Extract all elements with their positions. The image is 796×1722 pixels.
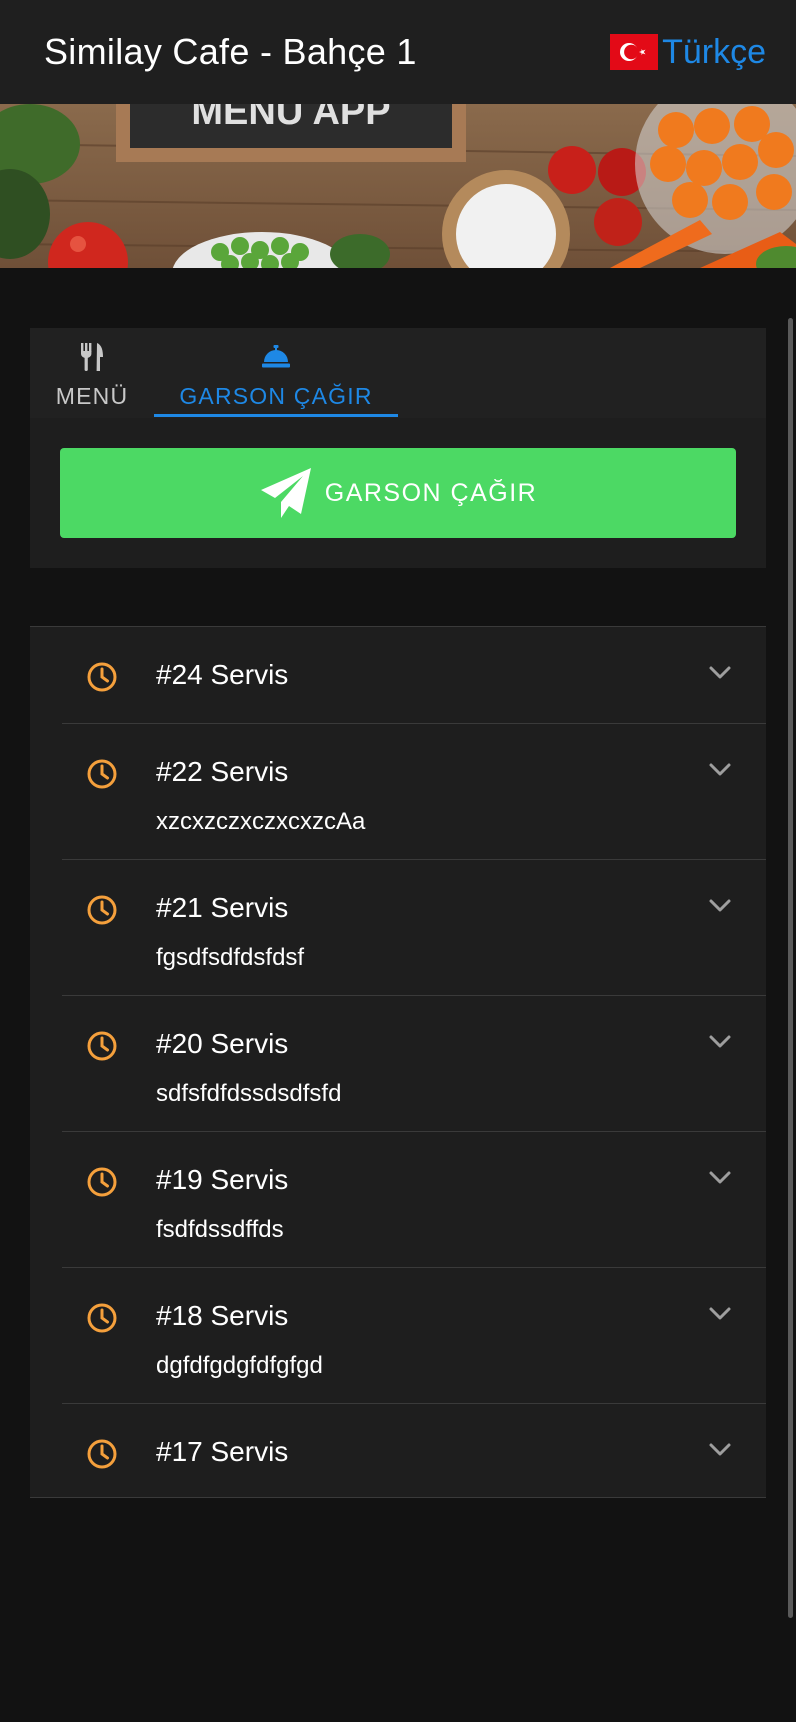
service-request-title: #19 Servis <box>156 1164 289 1195</box>
clock-icon <box>87 1303 117 1333</box>
clock-icon <box>87 895 117 925</box>
service-request-title: #20 Servis <box>156 1028 289 1059</box>
service-request-title: #24 Servis <box>156 659 289 690</box>
chevron-down-icon[interactable] <box>708 898 732 914</box>
fork-knife-icon <box>81 342 103 371</box>
scrollbar[interactable] <box>788 318 793 1618</box>
service-request-note: dgfdfgdgfdfgfgd <box>156 1352 323 1379</box>
service-request-note: fgsdfsdfdsfdsf <box>156 944 305 971</box>
clock-icon <box>87 759 117 789</box>
chevron-down-icon[interactable] <box>708 1306 732 1322</box>
tab-call-waiter-label: GARSON ÇAĞIR <box>179 382 373 409</box>
tabs-panel: MENÜ GARSON ÇAĞIR GARSON ÇAĞIR <box>30 328 766 568</box>
call-waiter-button-label: GARSON ÇAĞIR <box>324 478 538 507</box>
language-selector[interactable]: Türkçe <box>610 33 766 72</box>
service-request-item[interactable]: #19 Servis fsdfdssdffds <box>30 1132 766 1268</box>
service-request-note: sdfsfdfdssdsdfsfd <box>156 1080 342 1107</box>
chevron-down-icon[interactable] <box>708 1034 732 1050</box>
app-header: Similay Cafe - Bahçe 1 Türkçe <box>0 0 796 104</box>
service-request-title: #21 Servis <box>156 892 289 923</box>
service-request-note: xzcxzczxczxcxzcAa <box>156 808 366 835</box>
service-request-item[interactable]: #18 Servis dgfdfgdgfdfgfgd <box>30 1268 766 1404</box>
service-request-note: fsdfdssdffds <box>156 1216 284 1243</box>
chevron-down-icon[interactable] <box>708 1170 732 1186</box>
clock-icon <box>87 1439 117 1469</box>
service-request-item[interactable]: #20 Servis sdfsfdfdssdsdfsfd <box>30 996 766 1132</box>
banner-sign-text: MENU APP <box>191 104 390 133</box>
chevron-down-icon[interactable] <box>708 1442 732 1458</box>
service-bell-icon <box>262 344 290 367</box>
clock-icon <box>87 662 117 692</box>
service-request-title: #17 Servis <box>156 1436 289 1467</box>
service-request-item[interactable]: #17 Servis <box>30 1404 766 1499</box>
active-tab-indicator <box>154 414 398 417</box>
chevron-down-icon[interactable] <box>708 762 732 778</box>
clock-icon <box>87 1167 117 1197</box>
header-banner-image: MENU APP <box>0 104 796 268</box>
language-label: Türkçe <box>662 32 766 71</box>
tab-call-waiter[interactable]: GARSON ÇAĞIR <box>154 328 398 418</box>
service-request-item[interactable]: #24 Servis <box>30 627 766 724</box>
chevron-down-icon[interactable] <box>708 665 732 681</box>
tab-menu-label: MENÜ <box>55 382 129 409</box>
clock-icon <box>87 1031 117 1061</box>
service-request-item[interactable]: #21 Servis fgsdfsdfdsfdsf <box>30 860 766 996</box>
service-request-item[interactable]: #22 Servis xzcxzczxczxcxzcAa <box>30 724 766 860</box>
service-request-title: #18 Servis <box>156 1300 289 1331</box>
paper-plane-icon <box>260 468 311 518</box>
service-request-list: #24 Servis #22 Servis xzcxzczxczxcxzcAa #21… <box>30 626 766 1498</box>
turkey-flag-icon <box>610 34 659 70</box>
service-request-title: #22 Servis <box>156 756 289 787</box>
page-title: Similay Cafe - Bahçe 1 <box>44 31 417 72</box>
tab-bar: MENÜ GARSON ÇAĞIR <box>30 328 766 418</box>
tab-menu[interactable]: MENÜ <box>30 328 154 418</box>
call-waiter-button[interactable]: GARSON ÇAĞIR <box>60 448 736 538</box>
